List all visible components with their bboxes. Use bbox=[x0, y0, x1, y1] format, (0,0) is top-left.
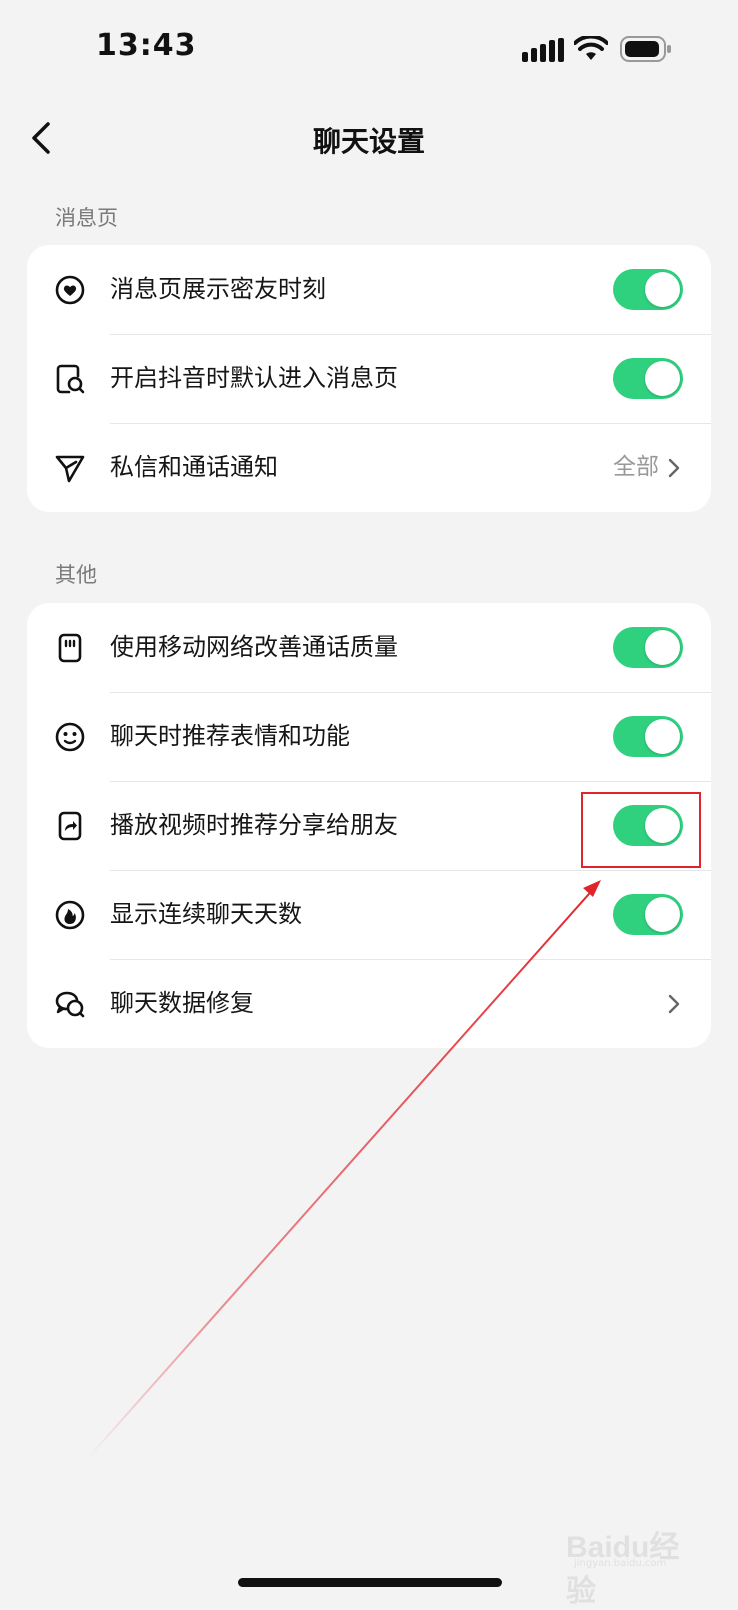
status-bar: 13:43 bbox=[0, 0, 738, 100]
setting-row-dm-call-notifications[interactable]: 私信和通话通知 全部 bbox=[27, 423, 711, 512]
chat-bubbles-icon bbox=[55, 991, 85, 1018]
toggle-knob bbox=[645, 719, 680, 754]
setting-row-recommend-emoji[interactable]: 聊天时推荐表情和功能 bbox=[27, 692, 711, 781]
mobile-network-call-toggle[interactable] bbox=[613, 627, 683, 668]
annotation-highlight-box bbox=[581, 792, 701, 868]
chevron-right-icon bbox=[668, 994, 680, 1014]
settings-card-messages: 消息页展示密友时刻 开启抖音时默认进入消息页 私信和通话通知 全部 bbox=[27, 245, 711, 512]
setting-label: 开启抖音时默认进入消息页 bbox=[110, 364, 398, 392]
message-page-icon bbox=[56, 364, 85, 394]
setting-row-chat-streak-days[interactable]: 显示连续聊天天数 bbox=[27, 870, 711, 959]
setting-row-mobile-network-call[interactable]: 使用移动网络改善通话质量 bbox=[27, 603, 711, 692]
setting-row-chat-data-repair[interactable]: 聊天数据修复 bbox=[27, 959, 711, 1048]
toggle-knob bbox=[645, 630, 680, 665]
setting-label: 使用移动网络改善通话质量 bbox=[110, 633, 398, 661]
toggle-knob bbox=[645, 361, 680, 396]
setting-row-default-message-page[interactable]: 开启抖音时默认进入消息页 bbox=[27, 334, 711, 423]
flame-icon bbox=[55, 900, 85, 930]
send-icon bbox=[55, 455, 85, 483]
share-icon bbox=[58, 811, 82, 841]
page-title: 聊天设置 bbox=[312, 125, 425, 158]
notification-scope-value: 全部 bbox=[613, 454, 659, 480]
recommend-emoji-toggle[interactable] bbox=[613, 716, 683, 757]
heart-badge-icon bbox=[55, 275, 85, 305]
setting-label: 聊天时推荐表情和功能 bbox=[110, 722, 350, 750]
setting-label: 播放视频时推荐分享给朋友 bbox=[110, 811, 398, 839]
section-label-other: 其他 bbox=[55, 563, 97, 587]
setting-row-close-friends-moment[interactable]: 消息页展示密友时刻 bbox=[27, 245, 711, 334]
chat-streak-days-toggle[interactable] bbox=[613, 894, 683, 935]
cellular-signal-icon bbox=[522, 38, 564, 62]
setting-label: 聊天数据修复 bbox=[110, 989, 254, 1017]
baidu-watermark-logo: Baidu经验 jingyan.baidu.com bbox=[566, 1508, 706, 1608]
smile-icon bbox=[55, 722, 85, 752]
default-message-page-toggle[interactable] bbox=[613, 358, 683, 399]
close-friends-moment-toggle[interactable] bbox=[613, 269, 683, 310]
home-indicator[interactable] bbox=[238, 1578, 502, 1587]
setting-label: 私信和通话通知 bbox=[110, 453, 278, 481]
chevron-right-icon bbox=[668, 458, 680, 478]
section-label-messages: 消息页 bbox=[55, 206, 118, 230]
sim-card-icon bbox=[58, 633, 82, 663]
status-time: 13:43 bbox=[96, 28, 197, 63]
wifi-icon bbox=[574, 36, 608, 60]
toggle-knob bbox=[645, 897, 680, 932]
setting-label: 消息页展示密友时刻 bbox=[110, 275, 326, 303]
battery-icon bbox=[620, 36, 671, 62]
watermark-subtext: jingyan.baidu.com bbox=[574, 1558, 667, 1569]
nav-bar: 聊天设置 bbox=[0, 100, 738, 180]
toggle-knob bbox=[645, 272, 680, 307]
setting-label: 显示连续聊天天数 bbox=[110, 900, 302, 928]
